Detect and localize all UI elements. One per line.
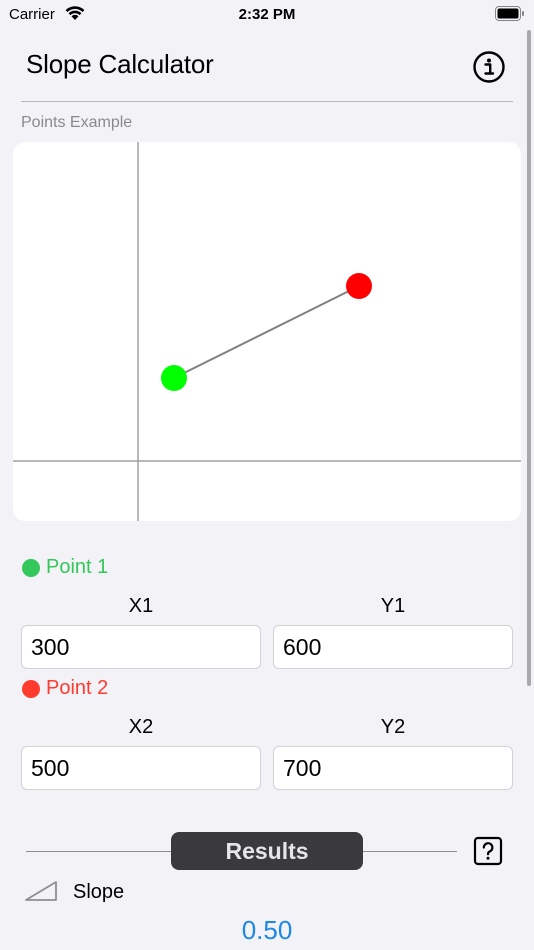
slope-value: 0.50: [241, 915, 293, 945]
page-title: Slope Calculator: [26, 49, 214, 79]
points-graph: [13, 142, 521, 521]
y1-header: Y1: [380, 595, 406, 617]
scrollbar[interactable]: [527, 30, 531, 686]
x2-header: X2: [128, 716, 154, 738]
results-button[interactable]: Results: [171, 832, 363, 870]
point1-marker: [161, 365, 187, 391]
status-bar: Carrier 2:32 PM: [0, 0, 534, 30]
slope-label: Slope: [73, 881, 125, 903]
point2-label-text: Point 2: [46, 677, 109, 699]
graph-canvas: [13, 142, 521, 521]
point2-label: Point 2: [22, 677, 108, 700]
points-example-label: Points Example: [21, 114, 133, 131]
point2-dot-icon: [22, 679, 40, 698]
question-mark-icon[interactable]: [473, 836, 503, 866]
y1-input[interactable]: 600: [273, 625, 513, 669]
x1-header: X1: [128, 595, 154, 617]
y2-header: Y2: [380, 716, 406, 738]
slope-triangle-icon: [25, 881, 57, 901]
x2-input[interactable]: 500: [21, 746, 261, 790]
point1-label: Point 1: [22, 556, 108, 579]
status-time: 2:32 PM: [238, 6, 296, 23]
results-divider-left: [26, 851, 171, 852]
header-divider: [21, 101, 513, 102]
y2-input[interactable]: 700: [273, 746, 513, 790]
info-circle-icon[interactable]: [472, 50, 506, 84]
x1-input[interactable]: 300: [21, 625, 261, 669]
point2-marker: [346, 273, 372, 299]
point1-dot-icon: [22, 558, 40, 577]
battery-icon: [495, 6, 524, 21]
results-divider-right: [363, 851, 457, 852]
point1-label-text: Point 1: [46, 556, 109, 578]
slope-line: [173, 285, 360, 379]
